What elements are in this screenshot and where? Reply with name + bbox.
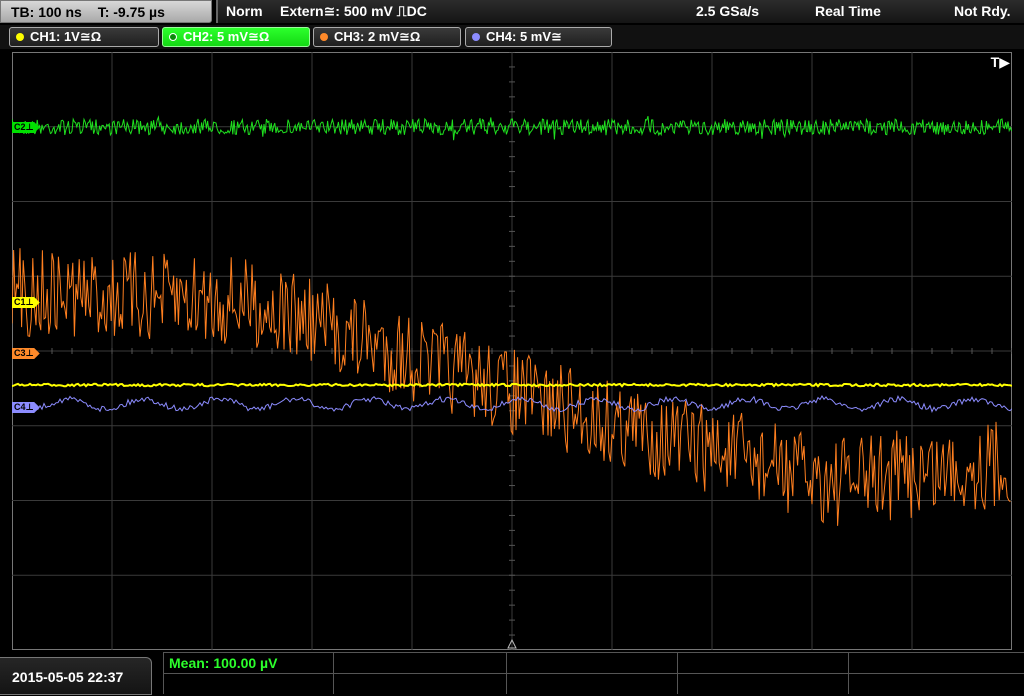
measurement-cell bbox=[333, 653, 506, 673]
acquisition-mode: Real Time bbox=[815, 3, 881, 19]
trigger-status: Not Rdy. bbox=[954, 3, 1011, 19]
measurement-cell bbox=[506, 653, 677, 673]
measurement-cell bbox=[506, 674, 677, 694]
sample-rate: 2.5 GSa/s bbox=[696, 3, 760, 19]
measurement-cell bbox=[848, 674, 1024, 694]
ch4-offset-marker[interactable]: C4⊥ bbox=[12, 402, 40, 413]
trigger-mode: Norm bbox=[226, 3, 263, 19]
waveform-display[interactable]: T▶ C1⊥ C3⊥ C4⊥ C2⊥ bbox=[12, 52, 1012, 650]
channel-bar: CH1: 1V≅Ω CH2: 5 mV≅Ω CH3: 2 mV≅Ω CH4: 5… bbox=[0, 25, 1024, 49]
ch4-dot-icon bbox=[472, 33, 480, 41]
ch4-label: CH4: 5 mV≅ bbox=[486, 29, 562, 44]
channel-3-button[interactable]: CH3: 2 mV≅Ω bbox=[313, 27, 461, 47]
ch1-label: CH1: 1V≅Ω bbox=[30, 29, 102, 44]
ch2-dot-icon bbox=[169, 33, 177, 41]
channel-4-button[interactable]: CH4: 5 mV≅ bbox=[465, 27, 612, 47]
channel-2-button[interactable]: CH2: 5 mV≅Ω bbox=[162, 27, 310, 47]
mean-measurement: Mean: 100.00 µV bbox=[169, 655, 278, 671]
trigger-position-marker[interactable]: T▶ bbox=[991, 54, 1010, 71]
ch1-dot-icon bbox=[16, 33, 24, 41]
ch2-offset-marker[interactable]: C2⊥ bbox=[12, 122, 40, 133]
waveform-svg bbox=[12, 52, 1012, 650]
date-time-display: 2015-05-05 22:37 bbox=[0, 657, 152, 695]
timebase-panel[interactable]: TB: 100 ns T: -9.75 µs bbox=[0, 0, 212, 23]
measurement-cell bbox=[163, 674, 333, 694]
ch3-dot-icon bbox=[320, 33, 328, 41]
ch3-offset-marker[interactable]: C3⊥ bbox=[12, 348, 40, 359]
timebase-value: TB: 100 ns bbox=[11, 4, 82, 20]
trigger-panel[interactable]: Norm Extern≅: 500 mV ⎍DC 2.5 GSa/s Real … bbox=[216, 0, 1024, 23]
measurement-row bbox=[163, 673, 1024, 694]
top-status-bar: TB: 100 ns T: -9.75 µs Norm Extern≅: 500… bbox=[0, 0, 1024, 25]
measurement-cell bbox=[677, 674, 848, 694]
ch3-label: CH3: 2 mV≅Ω bbox=[334, 29, 421, 44]
measurement-cell bbox=[848, 653, 1024, 673]
trigger-source: Extern≅: 500 mV ⎍DC bbox=[280, 3, 427, 19]
channel-1-button[interactable]: CH1: 1V≅Ω bbox=[9, 27, 159, 47]
measurement-row: Mean: 100.00 µV bbox=[163, 652, 1024, 673]
ch1-offset-marker[interactable]: C1⊥ bbox=[12, 297, 40, 308]
ch2-label: CH2: 5 mV≅Ω bbox=[183, 29, 270, 44]
measurement-cell bbox=[333, 674, 506, 694]
trigger-time-value: T: -9.75 µs bbox=[97, 4, 165, 20]
measurement-cell bbox=[677, 653, 848, 673]
measurement-table: Mean: 100.00 µV bbox=[163, 652, 1024, 695]
